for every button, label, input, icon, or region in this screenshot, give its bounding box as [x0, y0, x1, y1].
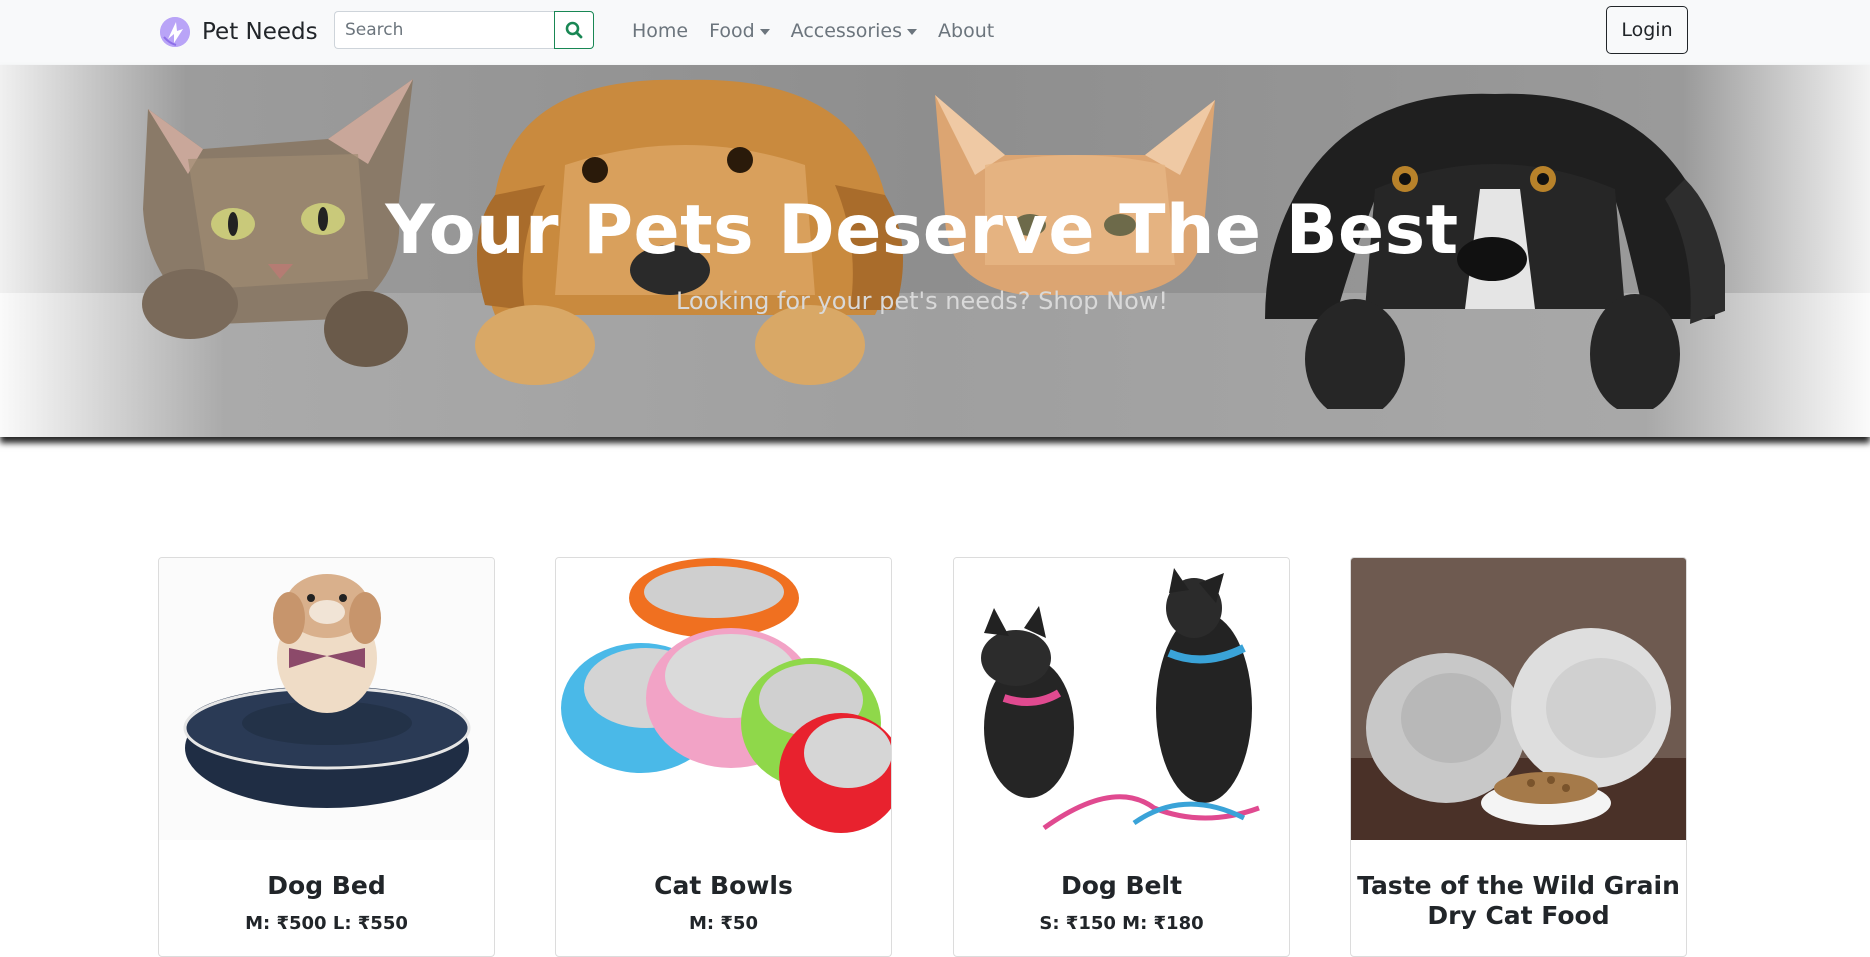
nav-accessories-dropdown[interactable]: Accessories [790, 20, 918, 42]
nav-about-label: About [938, 20, 995, 42]
product-card[interactable]: Dog Bed M: ₹500 L: ₹550 [158, 557, 495, 957]
product-card[interactable]: Taste of the Wild Grain Dry Cat Food [1350, 557, 1687, 957]
caret-down-icon [907, 29, 918, 35]
caret-down-icon [759, 29, 770, 35]
nav-links: Home Food Accessories About [632, 18, 1015, 44]
search-input[interactable] [334, 11, 554, 49]
product-name: Dog Bed [267, 871, 386, 900]
nav-accessories-label: Accessories [790, 20, 903, 42]
hero-subtitle: Looking for your pet's needs? Shop Now! [675, 287, 1169, 315]
nav-about[interactable]: About [938, 20, 994, 42]
search-icon [565, 21, 583, 39]
product-card[interactable]: Dog Belt S: ₹150 M: ₹180 [953, 557, 1290, 957]
product-image [954, 558, 1289, 840]
search-button[interactable] [554, 11, 594, 49]
product-name: Taste of the Wild Grain Dry Cat Food [1357, 871, 1680, 930]
nav-home[interactable]: Home [632, 20, 688, 42]
hero-title: Your Pets Deserve The Best [385, 191, 1459, 270]
product-image [1351, 558, 1686, 840]
search-form [334, 11, 594, 49]
nav-food-dropdown[interactable]: Food [709, 20, 770, 42]
brand-logo-icon [160, 17, 190, 47]
login-button[interactable]: Login [1606, 6, 1688, 54]
nav-food-label: Food [709, 20, 755, 42]
product-name: Dog Belt [1060, 871, 1183, 900]
product-image [556, 558, 891, 840]
navbar: Pet Needs Home Food Accessories About Lo… [0, 0, 1870, 65]
brand-name: Pet Needs [202, 19, 318, 45]
product-image [159, 558, 494, 840]
hero-banner: Your Pets Deserve The Best Looking for y… [0, 65, 1870, 437]
nav-home-label: Home [632, 20, 689, 42]
product-name: Cat Bowls [654, 871, 793, 900]
product-card[interactable]: Cat Bowls M: ₹50 [555, 557, 892, 957]
brand[interactable]: Pet Needs [160, 14, 318, 50]
